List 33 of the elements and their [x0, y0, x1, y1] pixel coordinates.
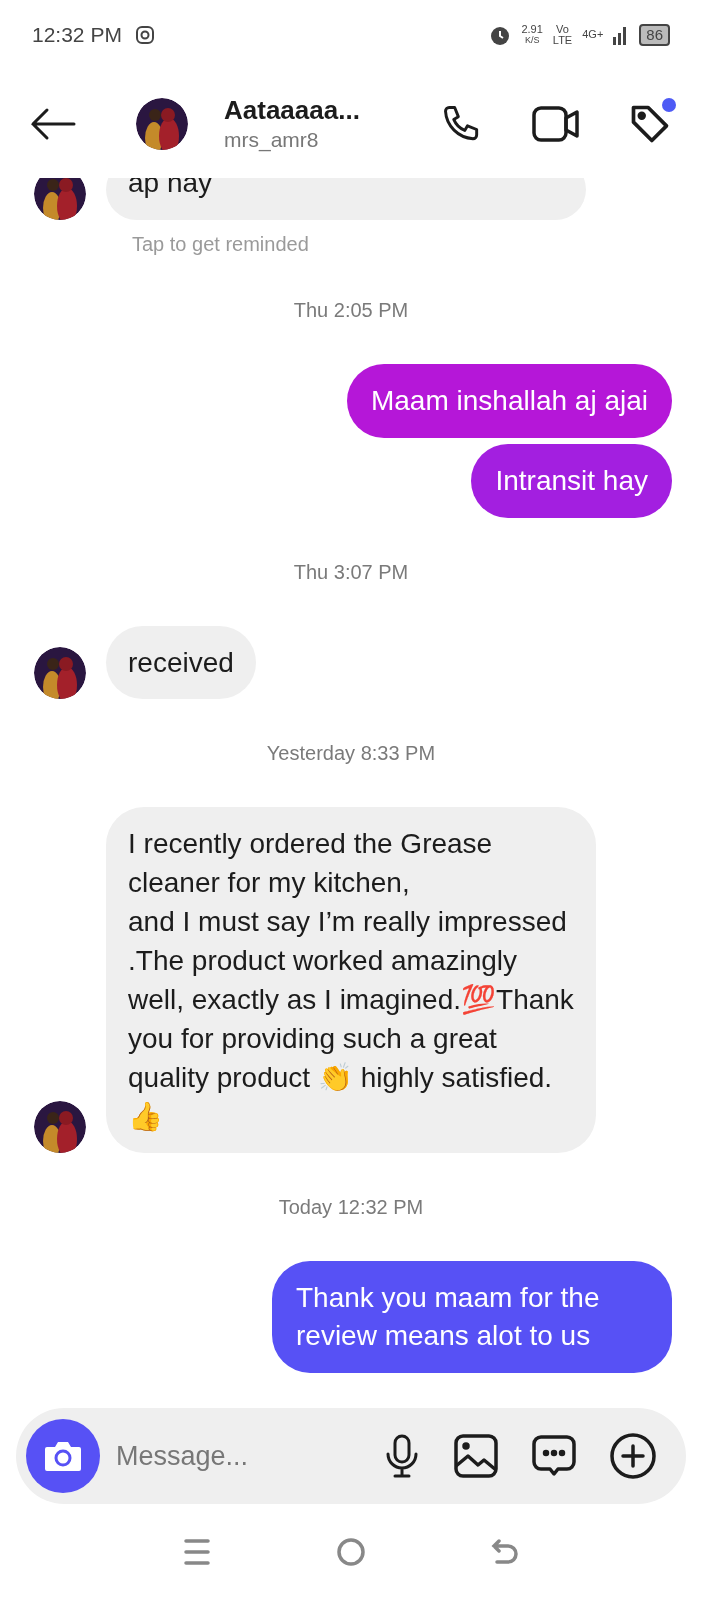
microphone-icon[interactable] [384, 1434, 420, 1478]
home-icon[interactable] [336, 1537, 366, 1567]
camera-icon [43, 1439, 83, 1473]
speed-unit: K/S [524, 35, 540, 46]
menu-icon[interactable] [182, 1538, 211, 1566]
back-arrow-icon[interactable] [30, 107, 76, 141]
video-camera-icon[interactable] [532, 104, 580, 144]
alarm-icon [489, 24, 512, 46]
camera-button[interactable] [26, 1419, 100, 1493]
message-timestamp: Thu 3:07 PM [293, 560, 409, 585]
message-timestamp: Yesterday 8:33 PM [266, 741, 436, 766]
status-time: 12:32 PM [32, 22, 122, 49]
received-message: I recently ordered the Grease cleaner for my kitchen, and I must say I’m really impressed .The product worked amazingly well, exactly as I imagined.💯Thank you for providing such a great quality product 👏 highly satisfied. 👍 [106, 807, 596, 1153]
sent-message: Thank you maam for the review means alot to us [272, 1261, 672, 1373]
chat-bubble-icon[interactable] [532, 1434, 576, 1478]
image-icon[interactable] [454, 1434, 498, 1478]
volte-label: LTE [552, 35, 573, 46]
message-timestamp: Today 12:32 PM [278, 1195, 424, 1220]
back-icon[interactable] [491, 1538, 520, 1566]
network-speed: 2.91 [521, 24, 543, 35]
reminder-hint: Tap to get reminded [132, 233, 309, 255]
received-message: received [106, 626, 256, 699]
volte-label: Vo [556, 24, 569, 35]
network-type: 4G+ [582, 27, 604, 42]
contact-username: mrs_amr8 [224, 127, 320, 154]
message-timestamp: Thu 2:05 PM [293, 298, 409, 323]
battery-indicator: 86 [639, 24, 670, 46]
contact-name: Aataaaaa... [224, 94, 360, 126]
camera-app-icon [135, 26, 154, 44]
sent-message: Maam inshallah aj ajai [346, 364, 672, 438]
message-input[interactable]: Message... [116, 1435, 384, 1477]
plus-icon[interactable] [610, 1433, 656, 1479]
sent-message: Intransit hay [471, 444, 672, 518]
